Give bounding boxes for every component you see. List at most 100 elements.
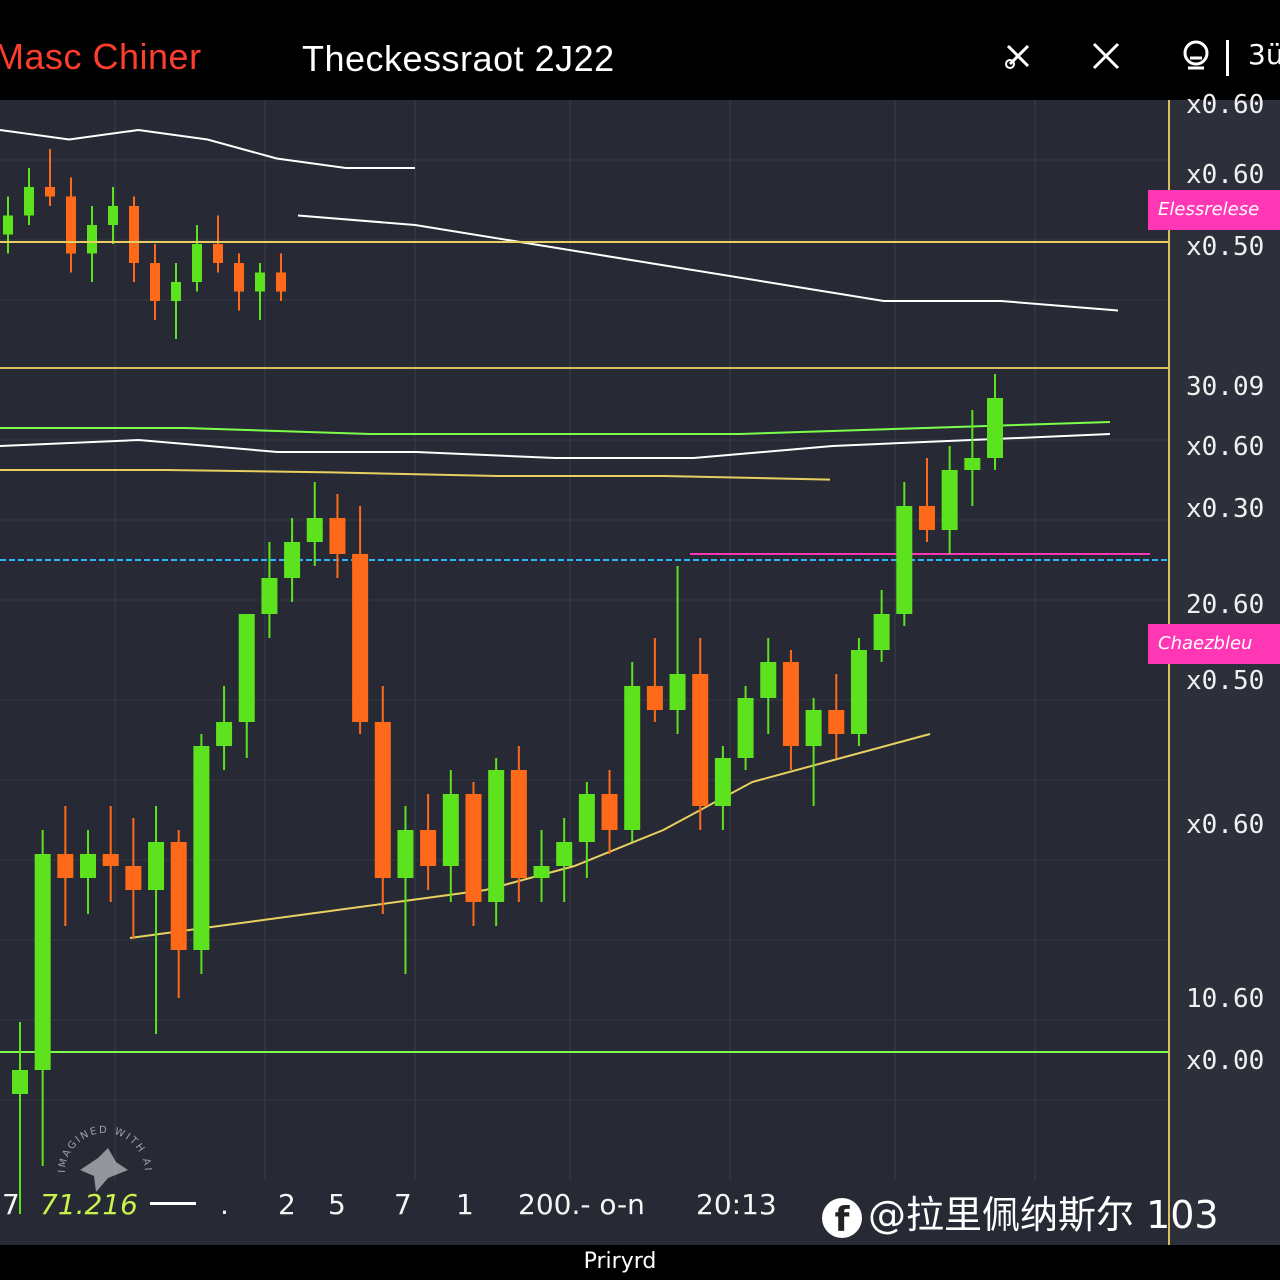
candle xyxy=(234,263,244,292)
toolbar-separator xyxy=(1226,40,1229,76)
candle xyxy=(329,518,346,554)
candle xyxy=(714,758,731,806)
time-label: 5 xyxy=(328,1188,346,1221)
series-line xyxy=(0,433,1111,459)
candle xyxy=(129,206,139,263)
toolbar-menu[interactable]: 3ü xyxy=(1248,38,1280,71)
watermark: f @拉里佩纳斯尔 103 xyxy=(822,1184,1219,1240)
candle xyxy=(80,854,97,878)
candle xyxy=(102,854,119,866)
time-label: 1 xyxy=(456,1188,474,1221)
candle xyxy=(57,854,74,878)
candle xyxy=(276,272,286,292)
candle xyxy=(192,244,202,282)
period-label[interactable]: Priryrd xyxy=(0,1249,1240,1274)
ai-badge: IMAGINED WITH AI xyxy=(57,1125,151,1192)
series-line xyxy=(0,128,415,169)
candle xyxy=(760,662,777,698)
candle xyxy=(306,518,323,542)
candle xyxy=(213,244,223,263)
candle xyxy=(45,187,55,197)
price-label: x0.50 xyxy=(1186,232,1265,262)
candle xyxy=(216,722,233,746)
price-label: x0.60 xyxy=(1186,432,1265,462)
close-icon[interactable] xyxy=(1086,36,1126,76)
app-title: Masc Chiner xyxy=(0,36,202,77)
series-line xyxy=(0,421,1111,435)
candle xyxy=(918,506,935,530)
candle xyxy=(255,272,265,292)
price-label: 20.60 xyxy=(1186,590,1265,620)
price-label: 30.09 xyxy=(1186,372,1265,402)
time-label: 2 xyxy=(278,1188,296,1221)
candle xyxy=(601,794,618,830)
candle xyxy=(150,263,160,301)
candle xyxy=(24,187,34,216)
price-label: x0.50 xyxy=(1186,666,1265,696)
candle xyxy=(488,770,505,902)
candle xyxy=(397,830,414,878)
candle xyxy=(171,282,181,301)
candle xyxy=(646,686,663,710)
price-label: x0.00 xyxy=(1186,1046,1265,1076)
price-marker[interactable]: Chaezbleu xyxy=(1148,624,1280,664)
time-label: . xyxy=(220,1188,229,1221)
candle xyxy=(420,830,437,866)
alert-icon[interactable] xyxy=(1176,36,1216,76)
candle xyxy=(964,458,981,470)
price-label: x0.60 xyxy=(1186,90,1265,120)
candle xyxy=(692,674,709,806)
facebook-icon: f xyxy=(822,1197,862,1240)
time-label: 7 xyxy=(2,1188,20,1221)
candle xyxy=(284,542,301,578)
candle xyxy=(465,794,482,902)
candle xyxy=(87,225,97,254)
candle xyxy=(374,722,391,878)
candle xyxy=(238,614,255,722)
candle xyxy=(533,866,550,878)
candle xyxy=(941,470,958,530)
watermark-text: @拉里佩纳斯尔 103 xyxy=(868,1193,1219,1237)
crosshair-icon[interactable] xyxy=(998,36,1038,76)
candle xyxy=(782,662,799,746)
time-label: 20:13 xyxy=(696,1188,777,1221)
series-line xyxy=(129,733,931,939)
footer-bar: Priryrd xyxy=(0,1245,1280,1280)
candle xyxy=(352,554,369,722)
candle xyxy=(510,770,527,878)
candle xyxy=(125,866,142,890)
candle xyxy=(148,842,165,890)
candle xyxy=(3,215,13,235)
candle xyxy=(624,686,641,830)
candle xyxy=(737,698,754,758)
candle xyxy=(873,614,890,650)
candle xyxy=(108,206,118,225)
series-line xyxy=(297,214,1119,312)
candle xyxy=(261,578,278,614)
candle xyxy=(66,196,76,254)
price-axis-border xyxy=(1168,100,1170,1245)
sparkle-icon xyxy=(80,1148,128,1192)
time-label: 7 xyxy=(394,1188,412,1221)
candle xyxy=(170,842,187,950)
candle xyxy=(805,710,822,746)
price-label: x0.30 xyxy=(1186,494,1265,524)
plot-area[interactable] xyxy=(0,100,1170,1245)
candle xyxy=(12,1070,28,1094)
price-label: 10.60 xyxy=(1186,984,1265,1014)
price-marker[interactable]: Elessrelese xyxy=(1148,190,1280,230)
candle xyxy=(442,794,459,866)
candle xyxy=(828,710,845,734)
candle xyxy=(987,398,1003,458)
price-chart[interactable] xyxy=(0,100,1170,1245)
candle xyxy=(896,506,913,614)
candle xyxy=(578,794,595,842)
price-label: x0.60 xyxy=(1186,810,1265,840)
candle xyxy=(850,650,867,734)
candle xyxy=(34,854,51,1070)
candle xyxy=(556,842,573,866)
time-label: 200.- o-n xyxy=(518,1188,645,1221)
chart-title: Theckessraot 2J22 xyxy=(302,38,615,79)
candle xyxy=(193,746,210,950)
candle xyxy=(669,674,686,710)
